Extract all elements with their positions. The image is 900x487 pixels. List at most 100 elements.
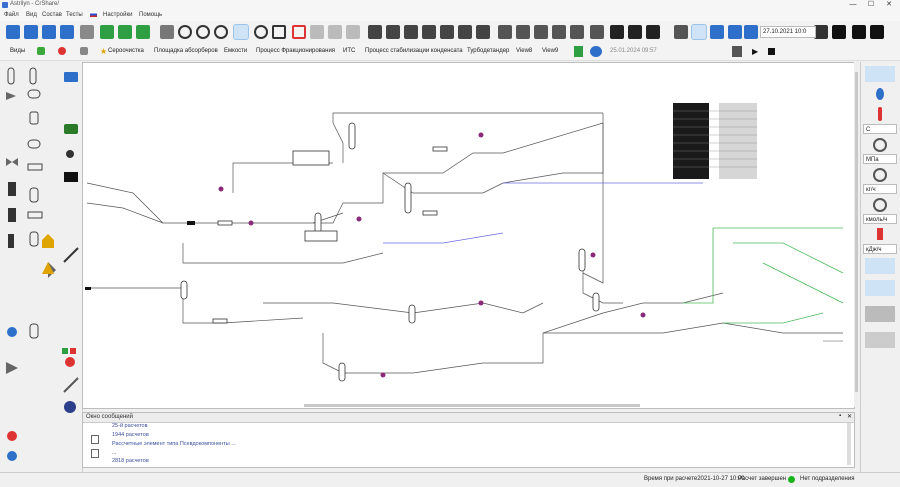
save-view-icon[interactable] (574, 46, 583, 57)
close-button[interactable]: ✕ (882, 0, 896, 10)
connect-icon[interactable] (346, 25, 360, 39)
temperature-unit-select[interactable]: C (863, 124, 897, 134)
tab-absorbers[interactable]: Площадка абсорберов (154, 48, 218, 54)
tab-tanks[interactable]: Емкости (224, 48, 247, 54)
tab-view8[interactable]: View8 (516, 48, 532, 54)
menu-help[interactable]: Помощь (139, 12, 162, 18)
canvas-horizontal-scrollbar[interactable] (304, 404, 640, 407)
select-circle-icon[interactable] (254, 25, 268, 39)
unlink-icon[interactable] (328, 25, 342, 39)
tab-turboexpander[interactable]: Турбодетандер (467, 48, 509, 54)
comment-icon[interactable] (865, 306, 895, 322)
report-icon[interactable] (728, 25, 742, 39)
pressure-icon[interactable] (865, 136, 895, 152)
energy-icon[interactable] (865, 226, 895, 242)
group-icon[interactable] (590, 25, 604, 39)
message-scrollbar[interactable] (847, 423, 851, 465)
print-icon[interactable] (80, 25, 94, 39)
flip-v-icon[interactable] (552, 25, 566, 39)
export-excel-icon[interactable] (118, 25, 132, 39)
process-diagram[interactable] (83, 63, 854, 408)
link-icon[interactable] (310, 25, 324, 39)
rotate-left-icon[interactable] (498, 25, 512, 39)
new-file-icon[interactable] (6, 25, 20, 39)
menu-file[interactable]: Файл (4, 12, 19, 18)
next-icon[interactable] (870, 25, 884, 39)
molar-flow-unit-select[interactable]: кмоль/ч (863, 214, 897, 224)
molar-flow-icon[interactable] (865, 196, 895, 212)
open-file-icon[interactable] (24, 25, 38, 39)
flowsheet-canvas[interactable] (82, 62, 855, 409)
menu-view[interactable]: Вид (26, 12, 37, 18)
flip-h-icon[interactable] (534, 25, 548, 39)
align-icon[interactable] (570, 25, 584, 39)
export-icon[interactable] (100, 25, 114, 39)
save-file-icon[interactable] (42, 25, 56, 39)
import-icon[interactable] (136, 25, 150, 39)
zoom-icon[interactable] (214, 25, 228, 39)
pressure-unit-select[interactable]: МПа (863, 154, 897, 164)
line-tool-icon[interactable] (292, 25, 306, 39)
sound-on-icon[interactable] (628, 25, 642, 39)
menu-composition[interactable]: Состав (42, 12, 62, 18)
canvas-vertical-scrollbar[interactable] (854, 62, 859, 407)
copy-messages-icon[interactable] (91, 449, 99, 458)
paste-icon[interactable] (440, 25, 454, 39)
menu-settings[interactable]: Настройки (103, 12, 132, 18)
stream-view-icon[interactable] (865, 66, 895, 82)
play-view-icon[interactable]: ▶ (752, 47, 758, 56)
recalc-icon[interactable] (710, 25, 724, 39)
sound-max-icon[interactable] (646, 25, 660, 39)
redo-icon[interactable] (386, 25, 400, 39)
run-icon[interactable] (832, 25, 846, 39)
minimize-button[interactable]: — (846, 0, 860, 10)
energy-unit-select[interactable]: кДж/ч (863, 244, 897, 254)
step-icon[interactable] (674, 25, 688, 39)
thermometer-icon[interactable] (865, 106, 895, 122)
download-view-icon[interactable] (732, 46, 742, 57)
stop-icon[interactable] (852, 25, 866, 39)
add-view-icon[interactable] (37, 47, 45, 55)
duplicate-icon[interactable] (458, 25, 472, 39)
copy-icon[interactable] (422, 25, 436, 39)
save-as-icon[interactable] (60, 25, 74, 39)
tab-desulfurization[interactable]: Сероочистка (108, 48, 144, 54)
tab-view9[interactable]: View9 (542, 48, 558, 54)
tab-condensate[interactable]: Процесс стабилизации конденсата (365, 48, 463, 54)
mass-flow-icon[interactable] (865, 166, 895, 182)
download-icon[interactable] (814, 25, 828, 39)
pointer-icon[interactable] (233, 24, 249, 40)
flag-icon[interactable] (90, 12, 97, 17)
close-panel-icon[interactable]: ✕ (847, 413, 852, 420)
tab-fractionation[interactable]: Процесс Фракционирования (256, 48, 335, 54)
maximize-button[interactable]: ☐ (864, 0, 878, 10)
cut-icon[interactable] (404, 25, 418, 39)
menu-tests[interactable]: Тесты (66, 12, 83, 18)
stream-line (86, 202, 164, 224)
stop-view-icon[interactable] (768, 48, 775, 55)
delete-icon[interactable] (476, 25, 490, 39)
share-icon[interactable] (590, 46, 602, 57)
remove-view-icon[interactable] (58, 47, 66, 55)
tab-its[interactable]: ИТС (343, 48, 355, 54)
chart-icon[interactable] (744, 25, 758, 39)
grid-icon[interactable] (865, 280, 895, 296)
pin-icon[interactable]: ▪ (839, 413, 841, 419)
stream-line (332, 122, 344, 163)
view-settings-icon[interactable] (80, 47, 88, 55)
table-view-icon[interactable] (691, 24, 707, 40)
scroll-thumb[interactable] (855, 72, 858, 392)
date-field[interactable]: 27.10.2021 10:0 (760, 26, 816, 38)
rectangle-select-icon[interactable] (272, 25, 286, 39)
undo-icon[interactable] (368, 25, 382, 39)
zoom-in-icon[interactable] (196, 25, 210, 39)
droplet-icon[interactable] (865, 86, 895, 102)
mass-flow-unit-select[interactable]: кг/ч (863, 184, 897, 194)
list-icon[interactable] (865, 258, 895, 274)
rotate-right-icon[interactable] (516, 25, 530, 39)
clear-messages-icon[interactable] (91, 435, 99, 444)
comment-icon-2[interactable] (865, 332, 895, 348)
sound-off-icon[interactable] (610, 25, 624, 39)
fit-page-icon[interactable] (160, 25, 174, 39)
zoom-out-icon[interactable] (178, 25, 192, 39)
